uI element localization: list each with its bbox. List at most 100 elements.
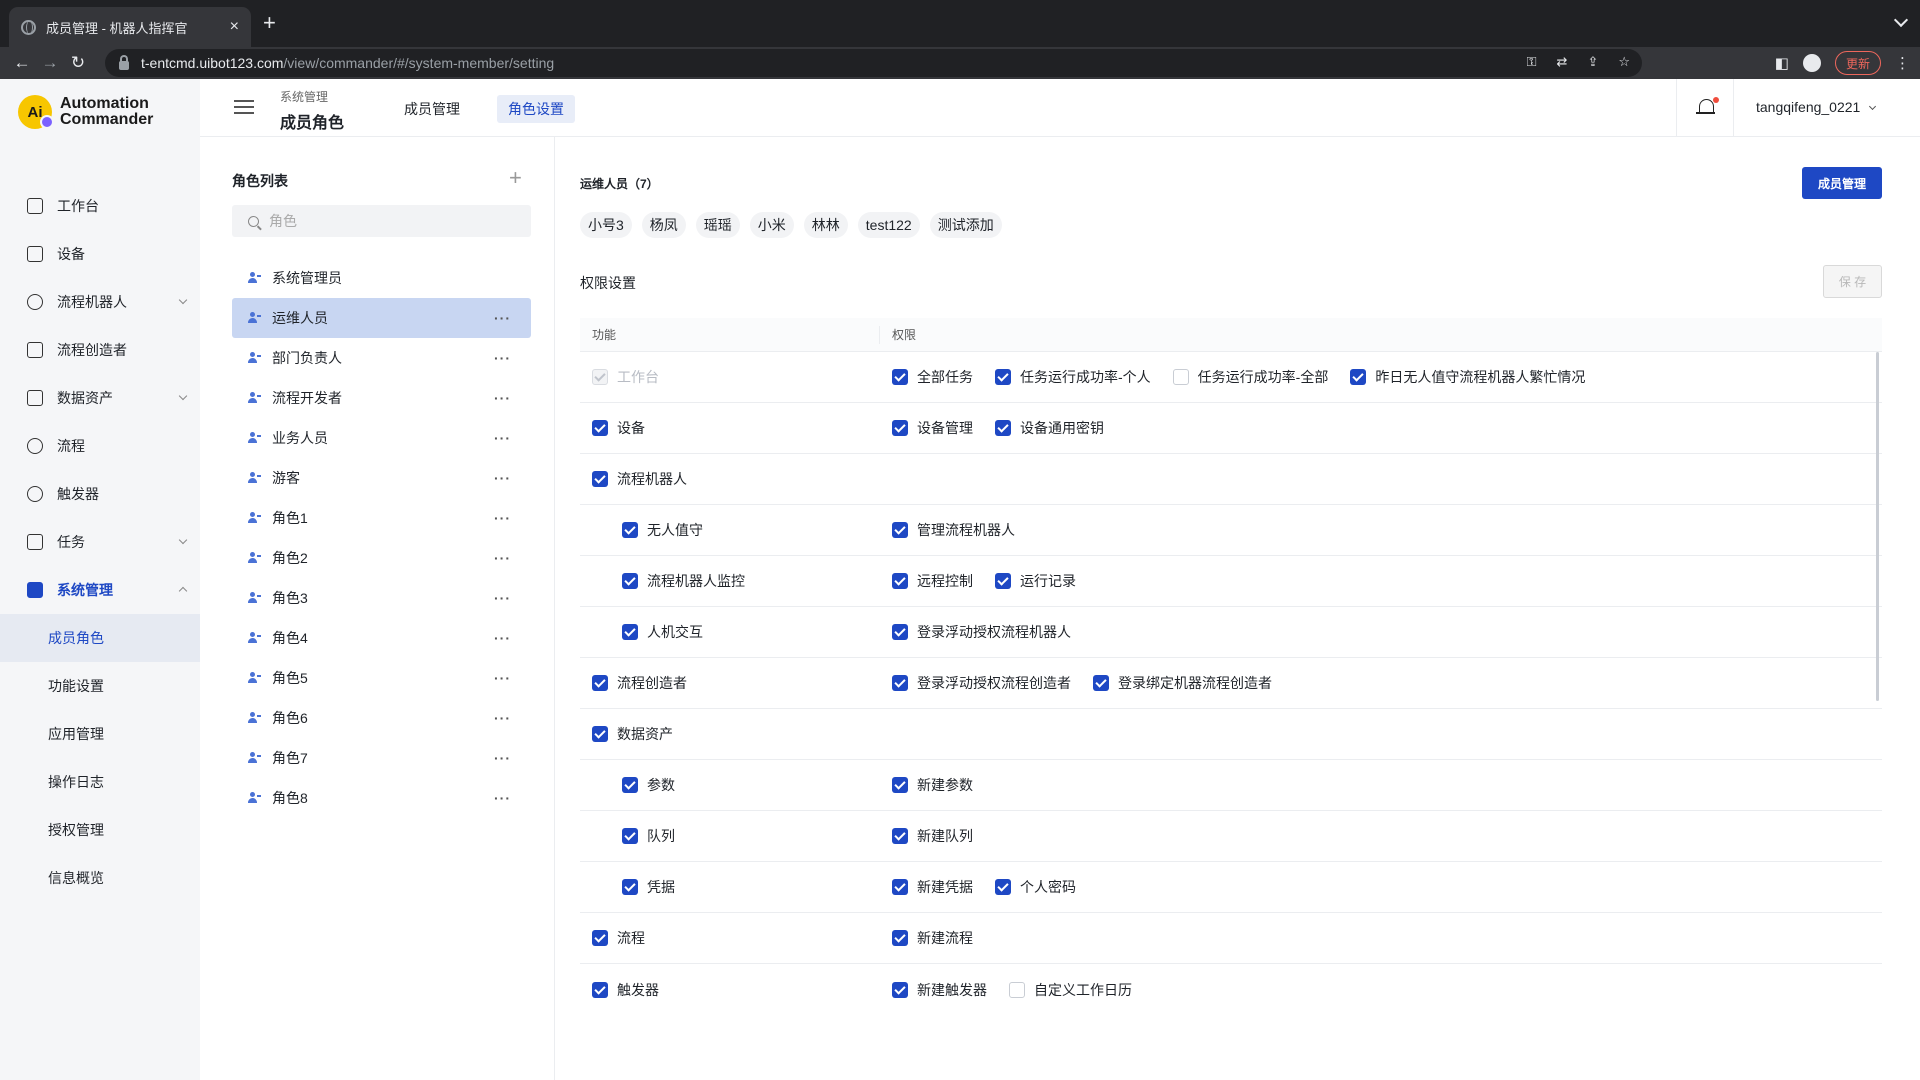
permission-option[interactable]: 远程控制 xyxy=(892,571,973,591)
more-icon[interactable]: ··· xyxy=(494,350,511,366)
checkbox[interactable] xyxy=(892,777,908,793)
checkbox[interactable] xyxy=(892,930,908,946)
checkbox[interactable] xyxy=(622,828,638,844)
sidebar-item-flow[interactable]: 流程 xyxy=(0,422,200,470)
checkbox[interactable] xyxy=(592,930,608,946)
permission-option[interactable]: 管理流程机器人 xyxy=(892,520,1015,540)
logo[interactable]: Ai Automation Commander xyxy=(18,95,153,129)
sidebar-sub-app-management[interactable]: 应用管理 xyxy=(0,710,200,758)
checkbox[interactable] xyxy=(995,369,1011,385)
more-icon[interactable]: ··· xyxy=(494,710,511,726)
checkbox[interactable] xyxy=(892,420,908,436)
role-item[interactable]: 游客 ··· xyxy=(232,458,531,498)
sidebar-sub-license[interactable]: 授权管理 xyxy=(0,806,200,854)
collapse-menu-icon[interactable] xyxy=(234,100,254,116)
close-tab-icon[interactable]: × xyxy=(230,18,239,36)
browser-tab[interactable]: 成员管理 - 机器人指挥官 × xyxy=(9,7,251,47)
checkbox[interactable] xyxy=(892,573,908,589)
notification-button[interactable] xyxy=(1676,79,1734,137)
more-icon[interactable]: ··· xyxy=(494,750,511,766)
role-item[interactable]: 角色4 ··· xyxy=(232,618,531,658)
sidebar-item-trigger[interactable]: 触发器 xyxy=(0,470,200,518)
role-item[interactable]: 角色5 ··· xyxy=(232,658,531,698)
checkbox[interactable] xyxy=(995,573,1011,589)
role-item[interactable]: 系统管理员 xyxy=(232,258,531,298)
sidepanel-icon[interactable]: ◧ xyxy=(1775,54,1789,72)
role-item[interactable]: 运维人员 ··· xyxy=(232,298,531,338)
tab-search-icon[interactable] xyxy=(1893,12,1909,28)
permission-option[interactable]: 新建触发器 xyxy=(892,980,987,1000)
sidebar-sub-function-settings[interactable]: 功能设置 xyxy=(0,662,200,710)
role-item[interactable]: 角色8 ··· xyxy=(232,778,531,818)
more-icon[interactable]: ··· xyxy=(494,510,511,526)
permission-option[interactable]: 昨日无人值守流程机器人繁忙情况 xyxy=(1350,367,1585,387)
more-icon[interactable]: ··· xyxy=(494,390,511,406)
checkbox[interactable] xyxy=(592,726,608,742)
checkbox[interactable] xyxy=(1350,369,1367,385)
permission-option[interactable]: 自定义工作日历 xyxy=(1009,980,1132,1000)
sidebar-item-dashboard[interactable]: 工作台 xyxy=(0,182,200,230)
checkbox[interactable] xyxy=(892,522,908,538)
kebab-menu-icon[interactable]: ⋮ xyxy=(1895,54,1910,72)
checkbox[interactable] xyxy=(622,522,638,538)
permission-option[interactable]: 登录绑定机器流程创造者 xyxy=(1093,673,1272,693)
forward-icon[interactable]: → xyxy=(36,53,64,73)
more-icon[interactable]: ··· xyxy=(494,550,511,566)
sidebar-sub-member-role[interactable]: 成员角色 xyxy=(0,614,200,662)
more-icon[interactable]: ··· xyxy=(494,430,511,446)
permission-option[interactable]: 新建凭据 xyxy=(892,877,973,897)
sidebar-sub-operation-log[interactable]: 操作日志 xyxy=(0,758,200,806)
sidebar-item-robot[interactable]: 流程机器人 xyxy=(0,278,200,326)
checkbox[interactable] xyxy=(622,573,638,589)
back-icon[interactable]: ← xyxy=(8,53,36,73)
checkbox[interactable] xyxy=(892,879,908,895)
sidebar-item-data-assets[interactable]: 数据资产 xyxy=(0,374,200,422)
sidebar-item-system[interactable]: 系统管理 xyxy=(0,566,200,614)
permission-option[interactable]: 任务运行成功率-个人 xyxy=(995,367,1151,387)
role-item[interactable]: 部门负责人 ··· xyxy=(232,338,531,378)
key-icon[interactable]: ⚿ xyxy=(1527,54,1537,70)
role-item[interactable]: 业务人员 ··· xyxy=(232,418,531,458)
more-icon[interactable]: ··· xyxy=(494,790,511,806)
checkbox[interactable] xyxy=(622,624,638,640)
checkbox[interactable] xyxy=(892,828,908,844)
permission-option[interactable]: 登录浮动授权流程创造者 xyxy=(892,673,1071,693)
permission-option[interactable]: 新建队列 xyxy=(892,826,973,846)
checkbox[interactable] xyxy=(892,675,908,691)
new-tab-button[interactable]: + xyxy=(263,12,276,34)
more-icon[interactable]: ··· xyxy=(494,630,511,646)
more-icon[interactable]: ··· xyxy=(494,310,511,326)
checkbox[interactable] xyxy=(995,879,1011,895)
profile-avatar-icon[interactable] xyxy=(1802,54,1821,72)
role-item[interactable]: 流程开发者 ··· xyxy=(232,378,531,418)
checkbox[interactable] xyxy=(592,675,608,691)
user-menu[interactable]: tangqifeng_0221 xyxy=(1756,99,1877,115)
url-field[interactable]: t-entcmd.uibot123.com/view/commander/#/s… xyxy=(105,49,1642,77)
checkbox[interactable] xyxy=(1009,981,1025,998)
checkbox[interactable] xyxy=(622,777,638,793)
checkbox[interactable] xyxy=(995,420,1011,436)
role-search-input[interactable] xyxy=(269,213,509,229)
permission-option[interactable]: 个人密码 xyxy=(995,877,1076,897)
sidebar-sub-info-overview[interactable]: 信息概览 xyxy=(0,854,200,902)
add-role-button[interactable]: + xyxy=(509,165,522,191)
bookmark-star-icon[interactable]: ☆ xyxy=(1618,54,1630,70)
sidebar-item-device[interactable]: 设备 xyxy=(0,230,200,278)
more-icon[interactable]: ··· xyxy=(494,590,511,606)
more-icon[interactable]: ··· xyxy=(494,470,511,486)
sidebar-item-creator[interactable]: 流程创造者 xyxy=(0,326,200,374)
reload-icon[interactable]: ↻ xyxy=(64,53,92,73)
permission-option[interactable]: 任务运行成功率-全部 xyxy=(1172,367,1328,387)
share-icon[interactable]: ⇪ xyxy=(1587,54,1598,70)
permission-option[interactable]: 全部任务 xyxy=(892,367,973,387)
checkbox[interactable] xyxy=(592,981,608,998)
tab-member-management[interactable]: 成员管理 xyxy=(393,95,471,123)
role-item[interactable]: 角色3 ··· xyxy=(232,578,531,618)
checkbox[interactable] xyxy=(1172,369,1189,385)
checkbox[interactable] xyxy=(622,879,638,895)
checkbox[interactable] xyxy=(892,981,908,998)
table-scrollbar[interactable] xyxy=(1876,352,1879,701)
checkbox[interactable] xyxy=(892,624,908,640)
permission-option[interactable]: 新建流程 xyxy=(892,928,973,948)
permission-option[interactable]: 设备管理 xyxy=(892,418,973,438)
